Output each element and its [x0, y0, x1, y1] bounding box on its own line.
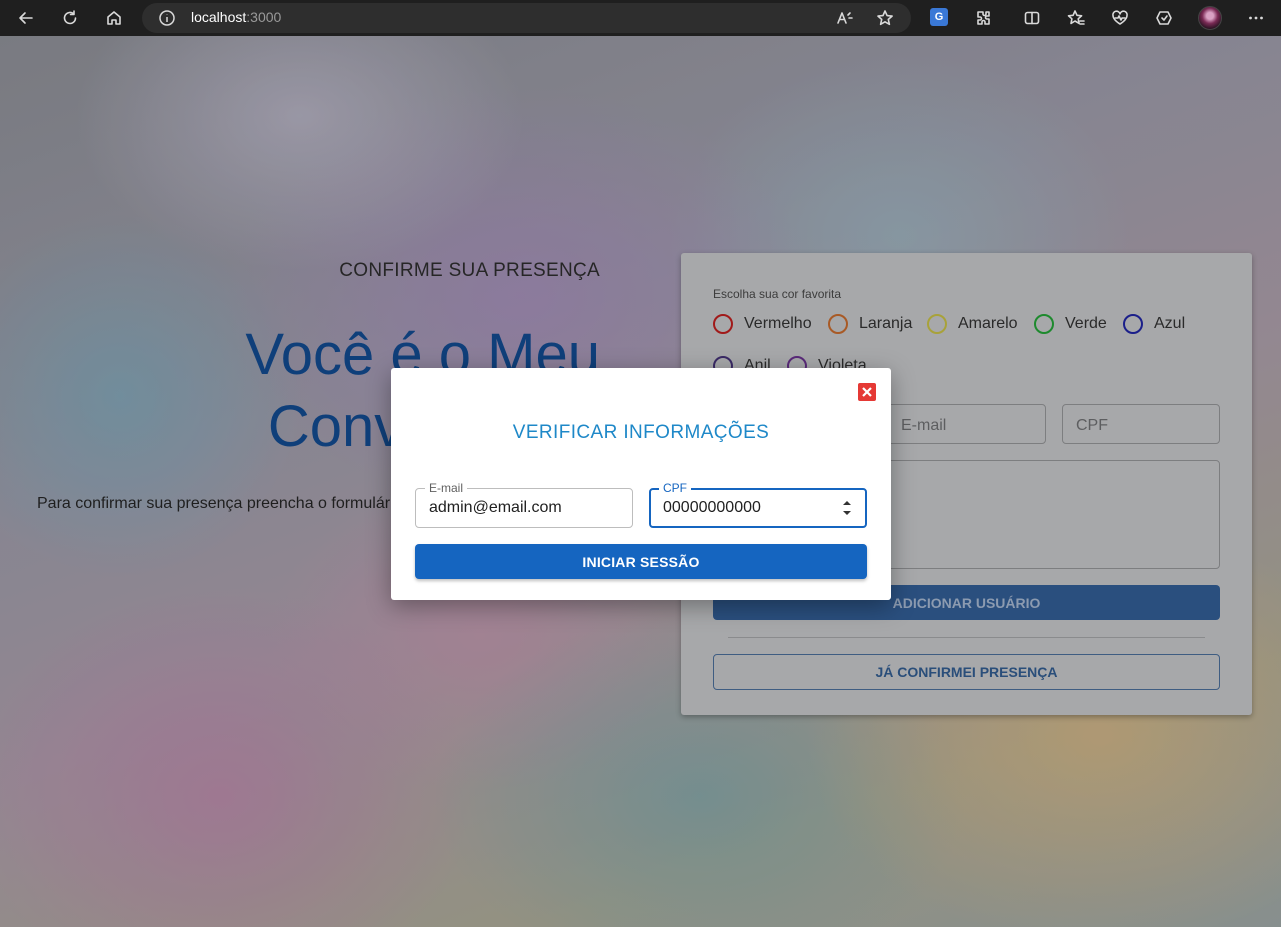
close-icon[interactable] [858, 383, 876, 401]
extensions-icon[interactable] [970, 6, 996, 30]
radio-azul[interactable]: Azul [1123, 314, 1185, 334]
translate-icon[interactable]: G [930, 8, 948, 26]
radio-label: Amarelo [958, 315, 1018, 332]
radio-label: Verde [1065, 315, 1107, 332]
info-icon[interactable] [158, 9, 176, 32]
favorite-star-icon[interactable] [872, 6, 898, 30]
radio-label: Laranja [859, 315, 913, 332]
dialog-email-field[interactable]: E-mail admin@email.com [415, 481, 633, 528]
email-placeholder: E-mail [901, 417, 947, 434]
radio-amarelo[interactable]: Amarelo [927, 314, 1018, 334]
radio-ring [927, 314, 947, 334]
radio-vermelho[interactable]: Vermelho [713, 314, 812, 334]
divider [728, 637, 1205, 638]
url-port: :3000 [246, 9, 282, 25]
cpf-value: 00000000000 [663, 499, 761, 516]
read-aloud-icon[interactable] [832, 6, 858, 30]
address-bar[interactable]: localhost:3000 [142, 3, 911, 33]
radio-label: Azul [1154, 315, 1186, 332]
favorites-icon[interactable] [1063, 6, 1089, 30]
more-icon[interactable] [1243, 6, 1269, 30]
split-screen-icon[interactable] [1019, 6, 1045, 30]
cpf-field[interactable]: CPF [1062, 404, 1220, 444]
radio-verde[interactable]: Verde [1034, 314, 1107, 334]
reload-icon[interactable] [57, 6, 83, 30]
radio-ring [713, 314, 733, 334]
url-host: localhost [191, 9, 247, 25]
hero-kicker: CONFIRME SUA PRESENÇA [339, 260, 600, 281]
cpf-placeholder: CPF [1076, 417, 1108, 434]
verify-dialog: VERIFICAR INFORMAÇÕES E-mail admin@email… [391, 368, 891, 600]
email-label: E-mail [425, 481, 468, 495]
cpf-label: CPF [659, 481, 691, 495]
radio-laranja[interactable]: Laranja [828, 314, 912, 334]
health-icon[interactable] [1107, 6, 1133, 30]
radio-label: Vermelho [744, 315, 812, 332]
back-icon[interactable] [13, 6, 39, 30]
profile-avatar[interactable] [1198, 6, 1222, 30]
number-stepper-icon[interactable] [841, 497, 853, 519]
email-value: admin@email.com [429, 499, 562, 516]
radio-ring [1123, 314, 1143, 334]
radio-ring [828, 314, 848, 334]
url-text: localhost:3000 [191, 9, 281, 25]
email-field[interactable]: E-mail [887, 404, 1046, 444]
browser-toolbar: localhost:3000 G [0, 0, 1281, 36]
radio-ring [1034, 314, 1054, 334]
home-icon[interactable] [101, 6, 127, 30]
already-confirmed-button[interactable]: JÁ CONFIRMEI PRESENÇA [713, 654, 1220, 690]
dialog-cpf-field[interactable]: CPF 00000000000 [649, 481, 867, 528]
dialog-title: VERIFICAR INFORMAÇÕES [512, 422, 770, 443]
hero-description: Para confirmar sua presença preencha o f… [37, 495, 394, 512]
color-label: Escolha sua cor favorita [713, 287, 842, 301]
start-session-button[interactable]: INICIAR SESSÃO [415, 544, 867, 579]
copilot-icon[interactable] [1151, 6, 1177, 30]
